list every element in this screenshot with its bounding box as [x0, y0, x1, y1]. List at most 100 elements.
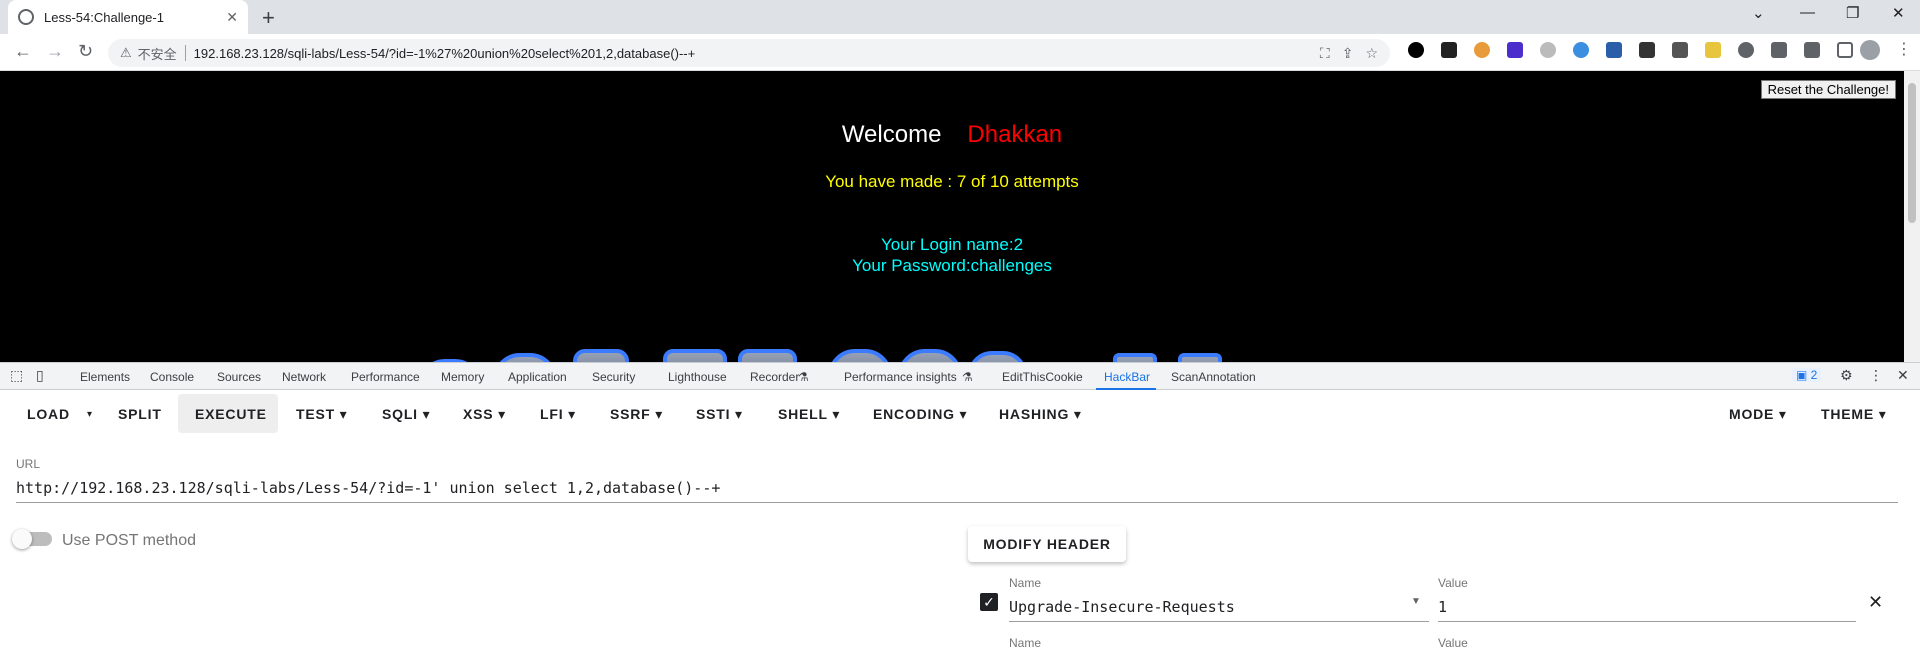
login-name-text: Your Login name:2: [880, 235, 1024, 254]
settings-ext-icon[interactable]: [1738, 42, 1754, 58]
extension-10-icon[interactable]: [1705, 42, 1721, 58]
new-tab-button[interactable]: +: [262, 5, 275, 31]
execute-button[interactable]: EXECUTE: [195, 406, 267, 422]
tab-network[interactable]: Network: [282, 370, 326, 384]
tab-scanannotation[interactable]: ScanAnnotation: [1171, 370, 1256, 384]
sqli-menu[interactable]: SQLI ▾: [382, 406, 430, 423]
test-menu[interactable]: TEST ▾: [296, 406, 348, 423]
load-button[interactable]: LOAD: [27, 406, 70, 422]
device-toolbar-icon[interactable]: ▯: [36, 367, 44, 384]
lfi-label: LFI: [540, 406, 564, 422]
header-value-label: Value: [1438, 576, 1468, 590]
tab-elements[interactable]: Elements: [80, 370, 130, 384]
hashing-menu[interactable]: HASHING ▾: [999, 406, 1082, 423]
address-bar[interactable]: ⚠ 不安全 192.168.23.128/sqli-labs/Less-54/?…: [108, 39, 1390, 67]
tab-lighthouse[interactable]: Lighthouse: [668, 370, 727, 384]
post-method-toggle[interactable]: [12, 529, 52, 549]
hackbar-menu: LOAD ▾ SPLIT EXECUTE TEST ▾ SQLI ▾ XSS ▾…: [0, 390, 1920, 438]
header-name-dropdown-icon[interactable]: ▼: [1411, 596, 1421, 607]
extensions-puzzle-icon[interactable]: [1771, 42, 1787, 58]
devtools-menu-icon[interactable]: ⋮: [1869, 367, 1883, 384]
extension-5-icon[interactable]: [1540, 42, 1556, 58]
tab-hackbar[interactable]: HackBar: [1104, 370, 1150, 384]
toggle-knob[interactable]: [12, 529, 32, 549]
sqli-label: SQLI: [382, 406, 418, 422]
star-icon[interactable]: ☆: [1365, 45, 1378, 62]
shell-label: SHELL: [778, 406, 828, 422]
reload-icon[interactable]: ↻: [78, 41, 93, 62]
ssti-menu[interactable]: SSTI ▾: [696, 406, 743, 423]
profile-icon[interactable]: [1860, 40, 1880, 60]
welcome-text: Welcome: [841, 121, 942, 148]
browser-tab[interactable]: Less-54:Challenge-1 ✕: [8, 0, 248, 34]
tab-console[interactable]: Console: [150, 370, 194, 384]
tab-close-icon[interactable]: ✕: [226, 9, 238, 26]
load-dropdown-icon[interactable]: ▾: [87, 409, 93, 420]
tab-recorder[interactable]: Recorder: [750, 370, 799, 384]
modify-header-button[interactable]: MODIFY HEADER: [968, 526, 1126, 562]
menu-icon[interactable]: ⋮: [1896, 39, 1912, 58]
mode-menu[interactable]: MODE ▾: [1729, 406, 1787, 423]
shell-menu[interactable]: SHELL ▾: [778, 406, 840, 423]
favicon-icon: [18, 9, 34, 25]
url-text[interactable]: 192.168.23.128/sqli-labs/Less-54/?id=-1%…: [194, 46, 696, 61]
extension-3-icon[interactable]: [1474, 42, 1490, 58]
labs-icon[interactable]: [1804, 42, 1820, 58]
tab-sources[interactable]: Sources: [217, 370, 261, 384]
tab-editthiscookie[interactable]: EditThisCookie: [1002, 370, 1083, 384]
challenge-banner-image: [432, 349, 1222, 362]
scrollbar-thumb[interactable]: [1908, 83, 1916, 223]
theme-menu[interactable]: THEME ▾: [1821, 406, 1887, 423]
reset-challenge-button[interactable]: Reset the Challenge!: [1760, 80, 1896, 99]
issues-count: 2: [1810, 368, 1818, 382]
hashing-label: HASHING: [999, 406, 1070, 422]
remove-header-icon[interactable]: ✕: [1868, 592, 1883, 613]
issues-badge[interactable]: ▣ 2: [1792, 368, 1822, 382]
forward-icon[interactable]: →: [46, 41, 64, 62]
devtools-settings-icon[interactable]: ⚙: [1840, 367, 1853, 384]
page-scrollbar[interactable]: [1904, 71, 1920, 362]
devtools-close-icon[interactable]: ✕: [1897, 367, 1909, 384]
lfi-menu[interactable]: LFI ▾: [540, 406, 576, 423]
tab-search-icon[interactable]: ⌄: [1752, 4, 1765, 22]
sidepanel-icon[interactable]: [1837, 42, 1853, 58]
header-enabled-checkbox[interactable]: ✓: [980, 593, 998, 611]
extension-2-icon[interactable]: [1441, 42, 1457, 58]
header-value-input[interactable]: 1: [1438, 598, 1856, 622]
extension-1-icon[interactable]: [1408, 42, 1424, 58]
share-icon[interactable]: ⇪: [1342, 45, 1354, 62]
encoding-menu[interactable]: ENCODING ▾: [873, 406, 967, 423]
tab-security[interactable]: Security: [592, 370, 635, 384]
header-name-label: Name: [1009, 576, 1042, 590]
omnibox-actions: ⛶ ⇪ ☆: [1320, 45, 1378, 62]
maximize-icon[interactable]: ❐: [1846, 4, 1859, 22]
encoding-label: ENCODING: [873, 406, 955, 422]
user-name: Dhakkan: [967, 121, 1063, 148]
tab-performance[interactable]: Performance: [351, 370, 420, 384]
minimize-icon[interactable]: —: [1800, 4, 1815, 21]
post-method-label: Use POST method: [62, 532, 196, 549]
extension-6-icon[interactable]: [1573, 42, 1589, 58]
extension-9-icon[interactable]: [1672, 42, 1688, 58]
devtools-tabbar: ⬚ ▯ Elements Console Sources Network Per…: [0, 362, 1920, 390]
translate-icon[interactable]: ⛶: [1320, 45, 1330, 62]
split-button[interactable]: SPLIT: [118, 406, 162, 422]
url-input[interactable]: http://192.168.23.128/sqli-labs/Less-54/…: [16, 479, 1898, 503]
extension-7-icon[interactable]: [1606, 42, 1622, 58]
extension-8-icon[interactable]: [1639, 42, 1655, 58]
ssti-label: SSTI: [696, 406, 731, 422]
window-close-icon[interactable]: ✕: [1892, 4, 1905, 22]
tab-application[interactable]: Application: [508, 370, 567, 384]
login-info: Your Login name:2 Your Password:challeng…: [0, 234, 1904, 276]
xss-menu[interactable]: XSS ▾: [463, 406, 506, 423]
header-name-input[interactable]: Upgrade-Insecure-Requests: [1009, 598, 1429, 622]
extension-4-icon[interactable]: [1507, 42, 1523, 58]
tab-performance-insights[interactable]: Performance insights: [844, 370, 957, 384]
tab-memory[interactable]: Memory: [441, 370, 484, 384]
inspect-icon[interactable]: ⬚: [10, 367, 23, 384]
back-icon[interactable]: ←: [14, 41, 32, 62]
ssrf-menu[interactable]: SSRF ▾: [610, 406, 663, 423]
security-label[interactable]: 不安全: [138, 44, 177, 63]
warning-icon[interactable]: ⚠: [120, 45, 132, 61]
theme-label: THEME: [1821, 406, 1874, 422]
